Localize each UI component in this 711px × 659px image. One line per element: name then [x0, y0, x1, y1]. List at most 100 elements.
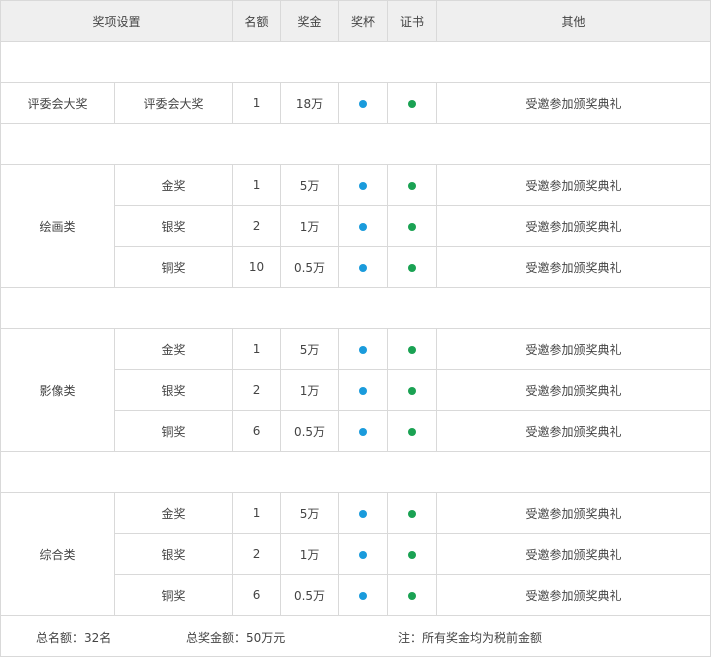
award-name: 铜奖 — [113, 246, 234, 288]
trophy-cell — [338, 492, 389, 534]
trophy-dot-icon — [359, 345, 368, 354]
trophy-cell — [338, 410, 389, 452]
summary-row: 总名额：32名 总奖金额：50万元 注：所有奖金均为税前金额 — [0, 615, 711, 657]
total-count: 总名额：32名 — [36, 631, 112, 645]
trophy-cell — [338, 574, 389, 616]
certificate-dot-icon — [408, 222, 417, 231]
awards-table: 奖项设置 名额 奖金 奖杯 证书 其他 评委会大奖 评委会大奖 1 18万 受邀… — [0, 0, 711, 657]
certificate-cell — [387, 164, 438, 206]
trophy-cell — [338, 328, 389, 370]
award-prize: 1万 — [280, 205, 340, 247]
table-row: 综合类 金奖 1 5万 受邀参加颁奖典礼 — [0, 492, 711, 616]
award-count: 2 — [232, 205, 282, 247]
certificate-cell — [387, 410, 438, 452]
award-count: 6 — [232, 574, 282, 616]
header-other: 其他 — [436, 0, 711, 42]
award-name: 金奖 — [113, 164, 234, 206]
group-name: 影像类 — [0, 328, 115, 452]
certificate-dot-icon — [408, 550, 417, 559]
tax-note: 注：所有奖金均为税前金额 — [398, 631, 543, 645]
award-prize: 0.5万 — [280, 574, 340, 616]
certificate-cell — [387, 533, 438, 575]
award-count: 1 — [232, 492, 282, 534]
certificate-cell — [387, 328, 438, 370]
award-prize: 0.5万 — [280, 410, 340, 452]
group-name: 评委会大奖 — [0, 82, 115, 124]
trophy-cell — [338, 533, 389, 575]
award-other: 受邀参加颁奖典礼 — [436, 533, 711, 575]
certificate-dot-icon — [408, 181, 417, 190]
award-count: 1 — [232, 164, 282, 206]
award-count: 2 — [232, 369, 282, 411]
award-prize: 5万 — [280, 328, 340, 370]
award-count: 1 — [232, 328, 282, 370]
award-name: 铜奖 — [113, 574, 234, 616]
award-name: 金奖 — [113, 328, 234, 370]
award-other: 受邀参加颁奖典礼 — [436, 328, 711, 370]
award-other: 受邀参加颁奖典礼 — [436, 369, 711, 411]
trophy-cell — [338, 205, 389, 247]
award-other: 受邀参加颁奖典礼 — [436, 205, 711, 247]
trophy-dot-icon — [359, 222, 368, 231]
certificate-cell — [387, 369, 438, 411]
award-other: 受邀参加颁奖典礼 — [436, 82, 711, 124]
certificate-dot-icon — [408, 263, 417, 272]
header-count: 名额 — [232, 0, 282, 42]
header-trophy: 奖杯 — [338, 0, 389, 42]
header-category: 奖项设置 — [0, 0, 234, 42]
trophy-dot-icon — [359, 427, 368, 436]
trophy-dot-icon — [359, 591, 368, 600]
spacer-row — [0, 451, 711, 493]
certificate-dot-icon — [408, 386, 417, 395]
trophy-dot-icon — [359, 550, 368, 559]
trophy-cell — [338, 82, 389, 124]
award-name: 评委会大奖 — [113, 82, 234, 124]
total-prize: 总奖金额：50万元 — [186, 631, 286, 645]
certificate-dot-icon — [408, 345, 417, 354]
table-row: 评委会大奖 评委会大奖 1 18万 受邀参加颁奖典礼 — [0, 82, 711, 124]
trophy-dot-icon — [359, 99, 368, 108]
certificate-cell — [387, 492, 438, 534]
certificate-cell — [387, 246, 438, 288]
certificate-dot-icon — [408, 509, 417, 518]
header-prize: 奖金 — [280, 0, 340, 42]
award-prize: 5万 — [280, 492, 340, 534]
award-count: 2 — [232, 533, 282, 575]
spacer-row — [0, 123, 711, 165]
certificate-dot-icon — [408, 427, 417, 436]
award-count: 6 — [232, 410, 282, 452]
certificate-dot-icon — [408, 591, 417, 600]
trophy-dot-icon — [359, 181, 368, 190]
award-name: 铜奖 — [113, 410, 234, 452]
header-row: 奖项设置 名额 奖金 奖杯 证书 其他 — [0, 0, 711, 42]
award-count: 1 — [232, 82, 282, 124]
header-certificate: 证书 — [387, 0, 438, 42]
certificate-cell — [387, 205, 438, 247]
award-name: 金奖 — [113, 492, 234, 534]
trophy-cell — [338, 164, 389, 206]
award-prize: 18万 — [280, 82, 340, 124]
table-row: 影像类 金奖 1 5万 受邀参加颁奖典礼 — [0, 328, 711, 452]
award-other: 受邀参加颁奖典礼 — [436, 574, 711, 616]
certificate-cell — [387, 82, 438, 124]
trophy-dot-icon — [359, 263, 368, 272]
award-prize: 1万 — [280, 369, 340, 411]
award-prize: 0.5万 — [280, 246, 340, 288]
trophy-cell — [338, 369, 389, 411]
award-other: 受邀参加颁奖典礼 — [436, 410, 711, 452]
award-name: 银奖 — [113, 533, 234, 575]
trophy-dot-icon — [359, 386, 368, 395]
award-other: 受邀参加颁奖典礼 — [436, 492, 711, 534]
award-other: 受邀参加颁奖典礼 — [436, 164, 711, 206]
award-other: 受邀参加颁奖典礼 — [436, 246, 711, 288]
trophy-dot-icon — [359, 509, 368, 518]
table-row: 绘画类 金奖 1 5万 受邀参加颁奖典礼 — [0, 164, 711, 288]
spacer-row — [0, 41, 711, 83]
award-prize: 1万 — [280, 533, 340, 575]
award-name: 银奖 — [113, 205, 234, 247]
certificate-cell — [387, 574, 438, 616]
award-count: 10 — [232, 246, 282, 288]
award-name: 银奖 — [113, 369, 234, 411]
award-prize: 5万 — [280, 164, 340, 206]
spacer-row — [0, 287, 711, 329]
